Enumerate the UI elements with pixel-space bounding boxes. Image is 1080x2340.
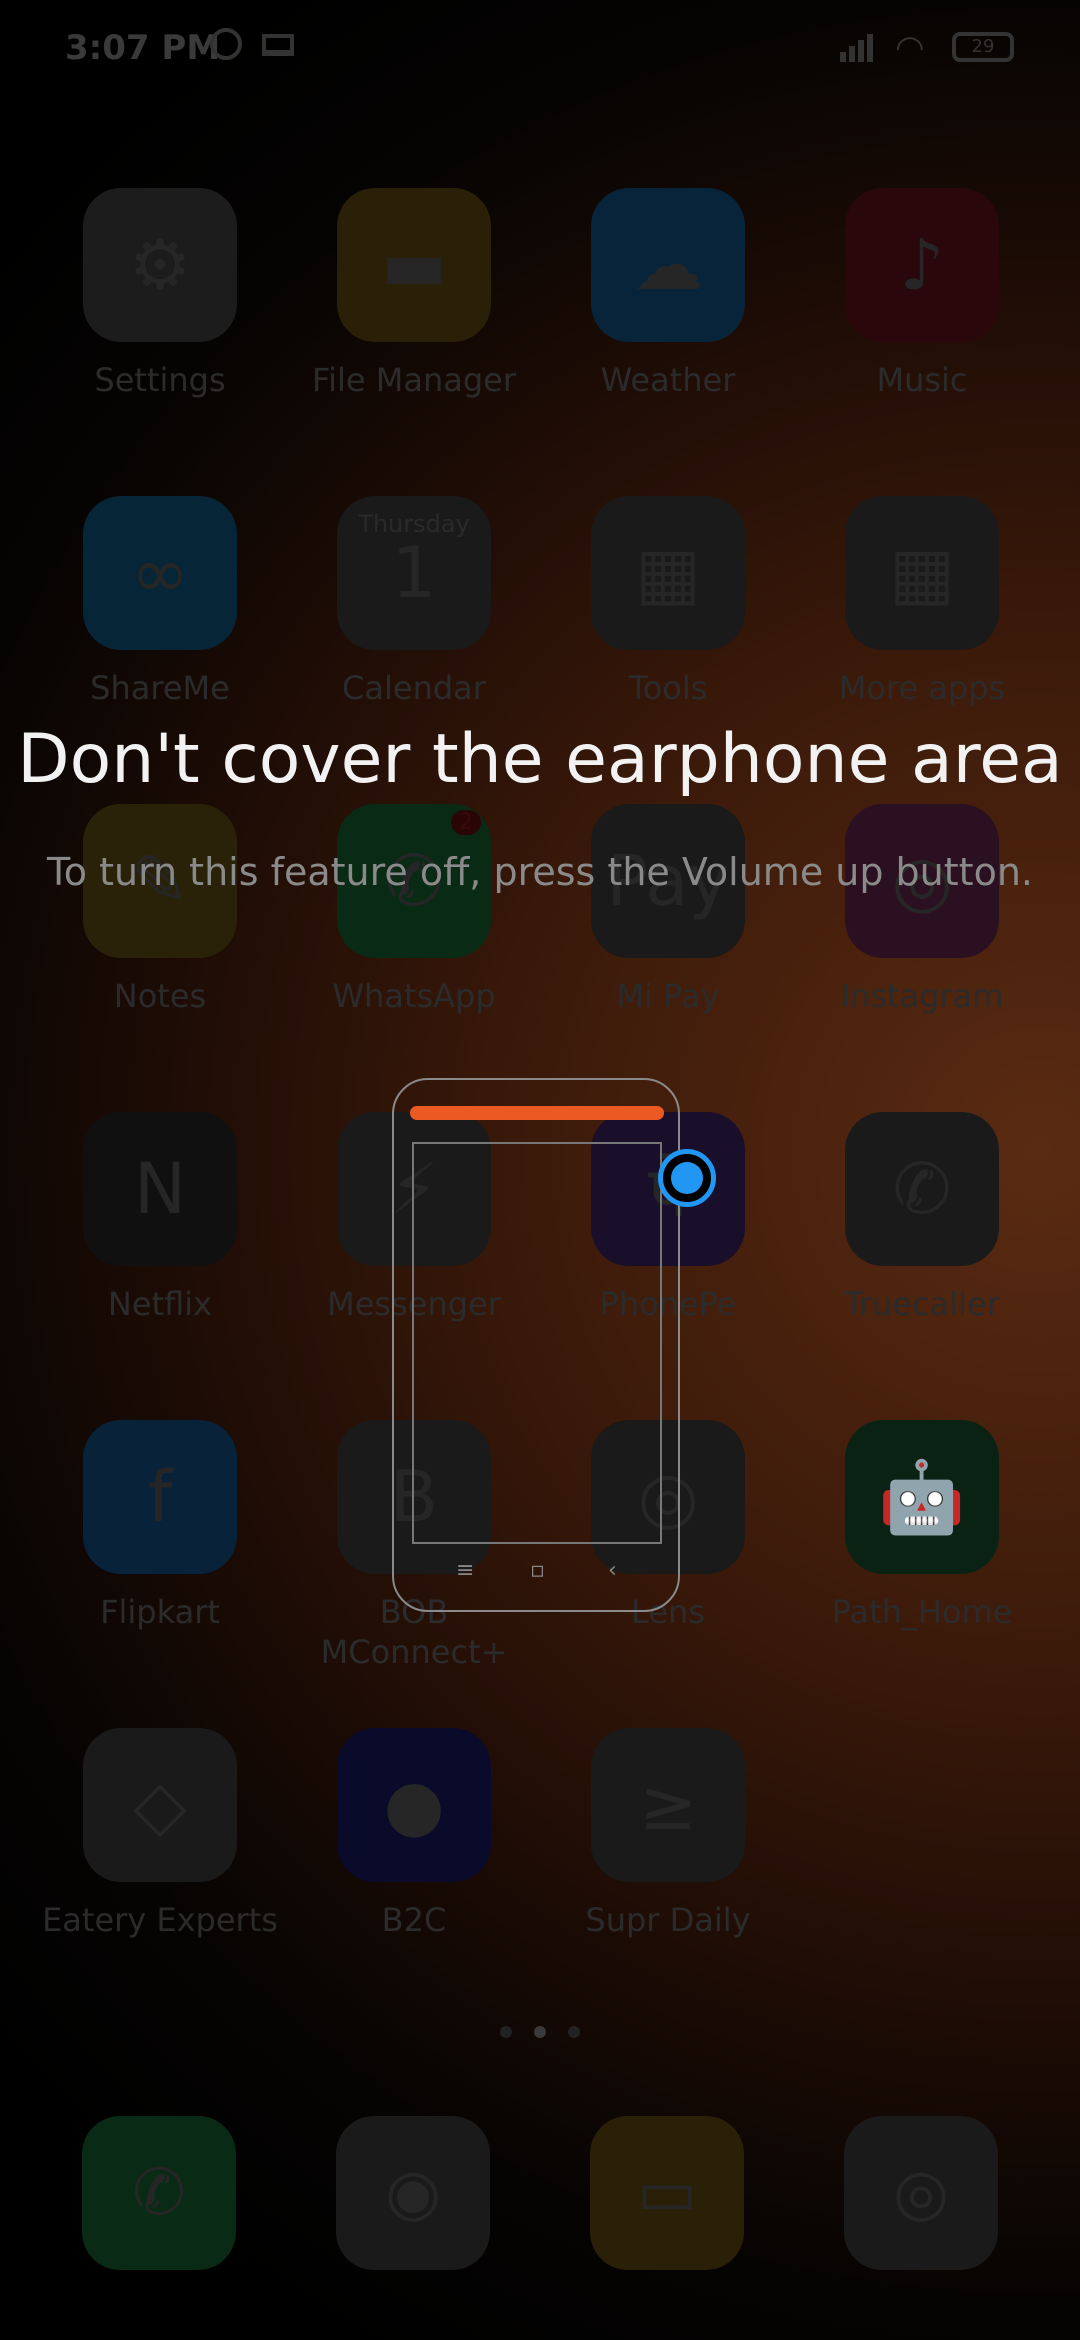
- more-apps-icon: ▦: [845, 496, 999, 650]
- icon-glyph: ⚙: [128, 224, 192, 306]
- touch-indicator-icon: [658, 1149, 716, 1207]
- icon-glyph: ♪: [899, 224, 945, 306]
- app-label: Settings: [94, 361, 226, 399]
- icon-glyph: f: [147, 1456, 173, 1538]
- app-mi-pay[interactable]: Pay Mi Pay: [540, 804, 796, 1016]
- app-netflix[interactable]: N Netflix: [32, 1112, 288, 1324]
- icon-glyph: ≥: [638, 1764, 698, 1846]
- icon-glyph: ∞: [130, 532, 190, 614]
- dock-phone-icon[interactable]: ✆: [82, 2116, 236, 2270]
- app-label: ShareMe: [90, 669, 230, 707]
- calendar-icon: 1 Thursday: [337, 496, 491, 650]
- app-label: Weather: [600, 361, 736, 399]
- icon-glyph: 🤖: [878, 1455, 966, 1538]
- dialog-subtext: To turn this feature off, press the Volu…: [47, 850, 1033, 894]
- whatsapp-notification-icon: [210, 28, 242, 60]
- notification-badge: 2: [451, 810, 481, 835]
- app-whatsapp[interactable]: ✆ 2 WhatsApp: [286, 804, 542, 1016]
- home-icon: ▫: [530, 1558, 545, 1583]
- app-flipkart[interactable]: f Flipkart: [32, 1420, 288, 1632]
- tools-icon: ▦: [591, 496, 745, 650]
- app-b2c[interactable]: ● B2C: [286, 1728, 542, 1940]
- clock: 3:07 PM: [65, 28, 221, 68]
- icon-glyph: N: [133, 1148, 187, 1230]
- app-label: Notes: [113, 977, 207, 1015]
- app-instagram[interactable]: ◎ Instagram: [794, 804, 1050, 1016]
- dock-camera-icon[interactable]: ◎: [844, 2116, 998, 2270]
- dock-chrome-icon[interactable]: ◉: [336, 2116, 490, 2270]
- b2c-icon: ●: [337, 1728, 491, 1882]
- app-more-apps[interactable]: ▦ More apps: [794, 496, 1050, 708]
- app-label: More apps: [838, 669, 1006, 707]
- file-manager-icon: ▬: [337, 188, 491, 342]
- icon-glyph: 1: [391, 532, 437, 614]
- phone-nav-bar: ≡ ▫ ‹: [394, 1558, 678, 1588]
- app-label: Music: [876, 361, 968, 399]
- netflix-icon: N: [83, 1112, 237, 1266]
- app-supr-daily[interactable]: ≥ Supr Daily: [540, 1728, 796, 1940]
- app-calendar[interactable]: 1 Thursday Calendar: [286, 496, 542, 708]
- eatery-experts-icon: ◇: [83, 1728, 237, 1882]
- app-label: B2C: [381, 1901, 447, 1939]
- phone-illustration: ≡ ▫ ‹: [392, 1078, 680, 1612]
- menu-icon: ≡: [456, 1558, 475, 1583]
- earphone-area-highlight: [410, 1106, 664, 1120]
- battery-icon: 29: [952, 32, 1014, 62]
- page-dot: [568, 2026, 580, 2038]
- app-weather[interactable]: ☁ Weather: [540, 188, 796, 400]
- icon-glyph: ◇: [133, 1764, 187, 1846]
- app-shareme[interactable]: ∞ ShareMe: [32, 496, 288, 708]
- icon-glyph: ▦: [634, 532, 702, 614]
- page-dot-active: [534, 2026, 546, 2038]
- app-tools[interactable]: ▦ Tools: [540, 496, 796, 708]
- wifi-icon: ◠: [895, 28, 925, 68]
- page-dot: [500, 2026, 512, 2038]
- supr-daily-icon: ≥: [591, 1728, 745, 1882]
- app-label: Instagram: [840, 977, 1004, 1015]
- back-icon: ‹: [608, 1558, 617, 1583]
- phone-screen-outline: [412, 1142, 662, 1544]
- status-bar: 3:07 PM ◠ 29: [0, 0, 1080, 95]
- signal-icon: [840, 30, 880, 62]
- app-label: WhatsApp: [332, 977, 496, 1015]
- icon-glyph: ☁: [633, 224, 703, 306]
- calendar-day: Thursday: [358, 510, 470, 538]
- path-home-icon: 🤖: [845, 1420, 999, 1574]
- truecaller-icon: ✆: [845, 1112, 999, 1266]
- app-label: Path_Home: [831, 1593, 1013, 1631]
- icon-glyph: ●: [383, 1764, 445, 1846]
- shareme-icon: ∞: [83, 496, 237, 650]
- app-settings[interactable]: ⚙ Settings: [32, 188, 288, 400]
- app-label: Truecaller: [844, 1285, 1000, 1323]
- music-icon: ♪: [845, 188, 999, 342]
- settings-icon: ⚙: [83, 188, 237, 342]
- app-label: Mi Pay: [616, 977, 720, 1015]
- page-indicator: [488, 2022, 592, 2042]
- app-eatery-experts[interactable]: ◇ Eatery Experts: [32, 1728, 288, 1940]
- icon-glyph: ▬: [380, 224, 448, 306]
- app-music[interactable]: ♪ Music: [794, 188, 1050, 400]
- app-label: File Manager: [312, 361, 516, 399]
- app-file-manager[interactable]: ▬ File Manager: [286, 188, 542, 400]
- app-path-home[interactable]: 🤖 Path_Home: [794, 1420, 1050, 1632]
- app-label: Supr Daily: [585, 1901, 751, 1939]
- app-label: Calendar: [342, 669, 486, 707]
- icon-glyph: ✆: [892, 1148, 952, 1230]
- app-label: Eatery Experts: [42, 1901, 278, 1939]
- app-label: Flipkart: [100, 1593, 220, 1631]
- app-truecaller[interactable]: ✆ Truecaller: [794, 1112, 1050, 1324]
- weather-icon: ☁: [591, 188, 745, 342]
- icon-glyph: ▦: [888, 532, 956, 614]
- app-label: Tools: [628, 669, 708, 707]
- screen-cast-icon: [262, 34, 294, 56]
- app-label: Netflix: [107, 1285, 213, 1323]
- dock-messaging-icon[interactable]: ▭: [590, 2116, 744, 2270]
- app-notes[interactable]: ✎ Notes: [32, 804, 288, 1016]
- dialog-headline: Don't cover the earphone area: [17, 720, 1063, 799]
- flipkart-icon: f: [83, 1420, 237, 1574]
